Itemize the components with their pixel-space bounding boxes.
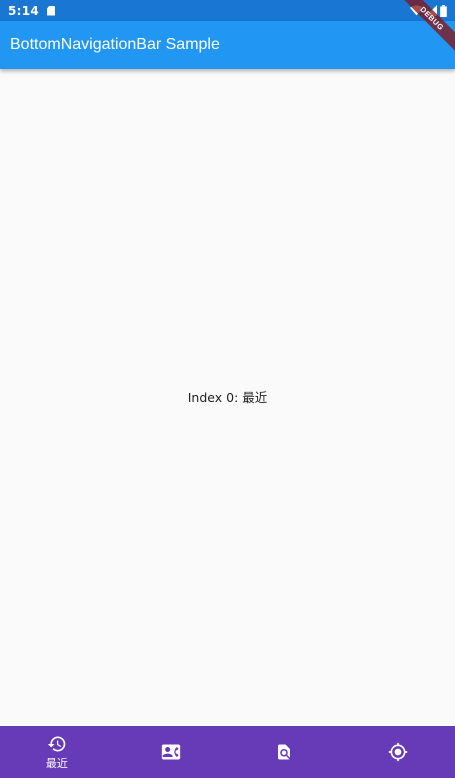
history-icon <box>47 736 66 751</box>
battery-icon <box>440 4 447 17</box>
sd-card-icon <box>47 5 56 16</box>
selected-index-text: Index 0: 最近 <box>187 390 268 405</box>
my-location-icon <box>388 742 408 762</box>
app-bar: BottomNavigationBar Sample <box>0 21 455 69</box>
signal-icon <box>426 5 437 16</box>
status-bar: 5:14 <box>0 0 455 21</box>
contact-card-icon <box>161 744 180 760</box>
nav-item-label: 最近 <box>45 756 68 770</box>
nav-item-find[interactable] <box>228 726 342 778</box>
nav-item-location[interactable] <box>341 726 455 778</box>
find-in-page-icon <box>278 744 291 760</box>
content-area: Index 0: 最近 <box>0 69 455 726</box>
nav-item-recent[interactable]: 最近 <box>0 726 114 778</box>
wifi-icon <box>410 5 423 16</box>
status-icons <box>410 4 447 17</box>
page-title: BottomNavigationBar Sample <box>10 36 220 53</box>
bottom-navigation-bar: 最近 <box>0 726 455 778</box>
nav-item-contacts[interactable] <box>114 726 228 778</box>
status-time: 5:14 <box>8 3 40 18</box>
